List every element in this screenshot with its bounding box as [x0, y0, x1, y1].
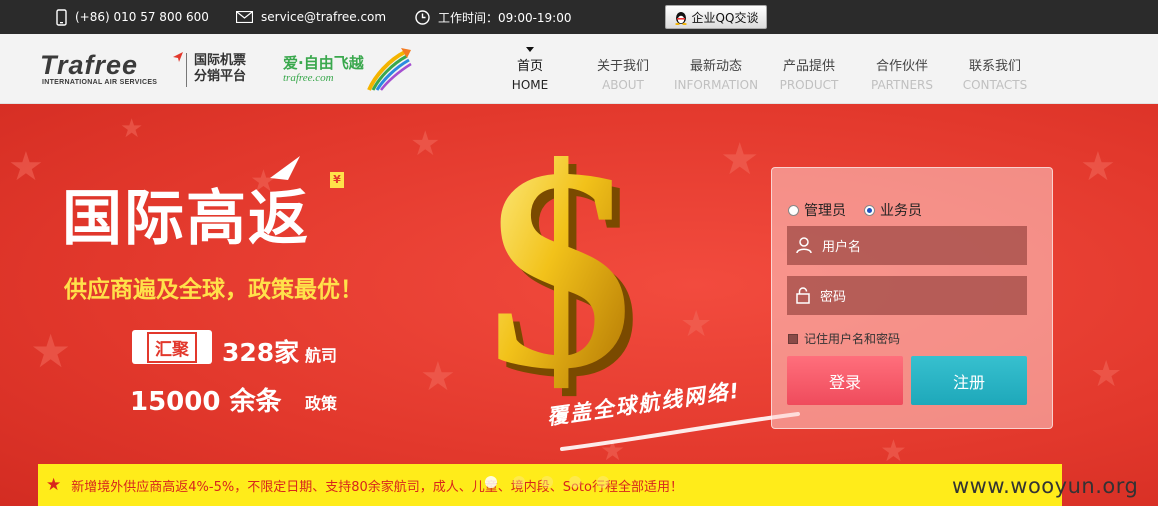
decor-star: ★: [410, 124, 441, 164]
register-button-label: 注册: [952, 372, 985, 392]
trafree-logo[interactable]: Trafree INTERNATIONAL AIR SERVICES 国际机票 …: [40, 50, 260, 92]
nav-contacts-cn: 联系我们: [968, 59, 1021, 74]
mail-icon: [236, 11, 253, 23]
top-bar: (+86) 010 57 800 600 service@trafree.com…: [0, 0, 1158, 34]
gold-dollar-icon: $ $: [488, 122, 641, 422]
carousel-dot-2[interactable]: [513, 476, 525, 488]
policy-count-label: 政策: [305, 394, 338, 413]
logo-divider: [186, 53, 187, 87]
remember-me[interactable]: 记住用户名和密码: [788, 330, 900, 347]
policy-count: 15000 余条: [130, 387, 282, 417]
dollar-glyph: $: [488, 122, 633, 422]
partner-logo-cn: 爱·自由飞越: [283, 54, 364, 72]
airline-count-label: 航司: [305, 346, 338, 365]
carousel-dots: [485, 476, 609, 488]
username-field[interactable]: 用户名: [787, 226, 1027, 265]
decor-star: ★: [1090, 354, 1123, 395]
role-sales-radio[interactable]: [864, 204, 875, 216]
remember-label: 记住用户名和密码: [804, 332, 901, 346]
nav-home-en: HOME: [511, 78, 549, 92]
carousel-dot-3[interactable]: [541, 476, 553, 488]
nav-home-cn: 首页: [516, 59, 543, 74]
partner-logo[interactable]: 爱·自由飞越 trafree.com: [283, 46, 413, 92]
decor-star: ★: [1080, 144, 1116, 190]
hero-banner[interactable]: ★ ★ ★ ★ ★ ★ ★ ★ ★ ★ ★ ★ 国际高返 ¥ 供应商遍及全球，政…: [0, 104, 1158, 506]
carousel-dot-1[interactable]: [485, 476, 497, 488]
active-nav-caret: [526, 47, 534, 52]
clock-icon: [415, 9, 430, 25]
star-icon: ★: [46, 475, 62, 495]
nav-product-cn: 产品提供: [782, 59, 835, 74]
role-admin-radio[interactable]: [788, 204, 799, 216]
phone-number: (+86) 010 57 800 600: [75, 10, 209, 24]
remember-checkbox[interactable]: [788, 333, 798, 344]
login-button[interactable]: 登录: [787, 356, 903, 405]
user-icon: [796, 237, 812, 254]
gather-badge-text: 汇聚: [147, 331, 197, 363]
nav-about[interactable]: 关于我们 ABOUT: [590, 55, 656, 92]
rainbow-arrow-icon: [367, 48, 412, 91]
nav-partners[interactable]: 合作伙伴 PARTNERS: [866, 55, 938, 92]
logo-brand: Trafree: [40, 50, 139, 80]
role-sales-label[interactable]: 业务员: [880, 200, 922, 220]
logo-tagline: INTERNATIONAL AIR SERVICES: [42, 79, 158, 86]
business-hours: 工作时间：09:00-19:00: [415, 0, 572, 34]
email-contact: service@trafree.com: [236, 0, 386, 34]
username-placeholder: 用户名: [822, 240, 862, 255]
hours-text: 工作时间：09:00-19:00: [438, 10, 572, 25]
nav-partners-en: PARTNERS: [871, 78, 933, 92]
login-button-label: 登录: [828, 372, 861, 392]
logo-cn-line2: 分销平台: [194, 69, 247, 84]
phone-contact: (+86) 010 57 800 600: [56, 0, 209, 34]
logo-plane-icon: [173, 52, 183, 62]
decor-star: ★: [420, 354, 456, 400]
carousel-dot-5[interactable]: [597, 476, 609, 488]
decor-star: ★: [30, 324, 72, 378]
swoosh-stroke: [560, 412, 800, 451]
nav-product[interactable]: 产品提供 PRODUCT: [775, 55, 843, 92]
lock-icon: [796, 287, 810, 304]
login-panel: 管理员 业务员 用户名 密码 记住用户名和密码 登录 注册: [771, 167, 1053, 429]
logo-cn-text: 国际机票 分销平台: [194, 53, 246, 85]
nav-contacts[interactable]: 联系我们 CONTACTS: [958, 55, 1032, 92]
nav-product-en: PRODUCT: [779, 78, 839, 92]
role-selector: 管理员 业务员: [788, 200, 922, 220]
nav-home[interactable]: 首页 HOME: [508, 55, 552, 92]
password-placeholder: 密码: [820, 290, 847, 305]
nav-about-en: ABOUT: [602, 78, 644, 92]
yen-mark: ¥: [330, 172, 344, 188]
nav-about-cn: 关于我们: [596, 59, 649, 74]
nav-partners-cn: 合作伙伴: [875, 59, 928, 74]
carousel-dot-4[interactable]: [569, 476, 581, 488]
nav-information-en: INFORMATION: [673, 78, 759, 92]
partner-logo-url: trafree.com: [283, 72, 334, 84]
nav-information-cn: 最新动态: [689, 59, 742, 74]
qq-penguin-icon: [674, 11, 687, 25]
role-admin-label[interactable]: 管理员: [804, 200, 846, 220]
airline-count: 328家: [222, 338, 300, 367]
qq-chat-button[interactable]: 企业QQ交谈: [665, 5, 767, 29]
gather-badge: 汇聚: [132, 330, 212, 364]
qq-button-label: 企业QQ交谈: [691, 10, 759, 25]
register-button[interactable]: 注册: [911, 356, 1027, 405]
phone-icon: [56, 8, 67, 26]
email-address[interactable]: service@trafree.com: [261, 10, 386, 24]
decor-star: ★: [120, 114, 144, 144]
logo-cn-line1: 国际机票: [194, 53, 247, 68]
nav-contacts-en: CONTACTS: [962, 78, 1028, 92]
nav-information[interactable]: 最新动态 INFORMATION: [672, 55, 760, 92]
decor-star: ★: [8, 144, 44, 190]
watermark: www.wooyun.org: [952, 474, 1139, 498]
banner-title: 国际高返: [62, 184, 310, 254]
password-field[interactable]: 密码: [787, 276, 1027, 315]
banner-slogan: 供应商遍及全球，政策最优！: [64, 277, 363, 303]
